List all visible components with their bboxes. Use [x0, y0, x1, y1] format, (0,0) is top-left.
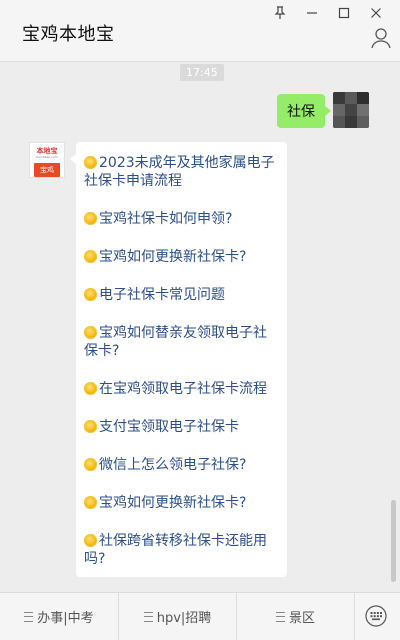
message-timestamp: 17:45	[180, 64, 224, 81]
link-text: 宝鸡社保卡如何申领?	[99, 211, 233, 227]
link-text: 支付宝领取电子社保卡	[99, 419, 239, 435]
sun-emoji-icon	[84, 458, 97, 471]
chat-area[interactable]: 17:45 社保 本地宝 bendibao.com 宝鸡 2023未成年及其他家…	[0, 62, 400, 592]
title-bar: 宝鸡本地宝	[0, 0, 400, 62]
window-title: 宝鸡本地宝	[22, 24, 115, 45]
sun-emoji-icon	[84, 212, 97, 225]
sun-emoji-icon	[84, 496, 97, 509]
link-item[interactable]: 电子社保卡常见问题	[84, 286, 279, 304]
menu-tab-label: 办事|中考	[37, 611, 94, 626]
sun-emoji-icon	[84, 534, 97, 547]
user-message-bubble[interactable]: 社保	[277, 94, 331, 128]
link-item[interactable]: 社保跨省转移社保卡还能用吗?	[84, 532, 279, 568]
bot-avatar-brand: 本地宝	[36, 146, 58, 155]
menu-icon	[143, 611, 153, 622]
link-text: 宝鸡如何更换新社保卡?	[99, 249, 247, 265]
link-text: 微信上怎么领电子社保?	[99, 457, 247, 473]
sun-emoji-icon	[84, 250, 97, 263]
link-text: 社保跨省转移社保卡还能用吗?	[84, 533, 267, 567]
menu-tab-hpv[interactable]: hpv|招聘	[119, 593, 236, 640]
bot-avatar-city: 宝鸡	[34, 163, 60, 177]
bot-avatar-url: bendibao.com	[36, 154, 58, 159]
link-item[interactable]: 宝鸡如何更换新社保卡?	[84, 494, 279, 512]
sun-emoji-icon	[84, 326, 97, 339]
profile-icon[interactable]	[370, 27, 392, 49]
close-icon[interactable]	[360, 4, 392, 22]
pin-icon[interactable]	[264, 4, 296, 22]
sun-emoji-icon	[84, 288, 97, 301]
link-item[interactable]: 支付宝领取电子社保卡	[84, 418, 279, 436]
user-avatar[interactable]	[333, 92, 369, 128]
menu-tab-jingqu[interactable]: 景区	[237, 593, 354, 640]
link-text: 在宝鸡领取电子社保卡流程	[99, 381, 267, 397]
link-item[interactable]: 宝鸡如何替亲友领取电子社保卡?	[84, 324, 279, 360]
keyboard-icon[interactable]	[365, 605, 387, 627]
menu-icon	[24, 611, 34, 622]
link-item[interactable]: 2023未成年及其他家属电子社保卡申请流程	[84, 154, 279, 190]
window-controls	[264, 4, 392, 22]
sun-emoji-icon	[84, 382, 97, 395]
link-item[interactable]: 宝鸡社保卡如何申领?	[84, 210, 279, 228]
link-text: 2023未成年及其他家属电子社保卡申请流程	[84, 155, 275, 189]
link-item[interactable]: 宝鸡如何更换新社保卡?	[84, 248, 279, 266]
maximize-icon[interactable]	[328, 4, 360, 22]
chat-scrollbar[interactable]	[391, 500, 396, 582]
link-text: 电子社保卡常见问题	[99, 287, 225, 303]
bottom-menu-bar: 办事|中考 hpv|招聘 景区	[0, 592, 400, 640]
link-text: 宝鸡如何替亲友领取电子社保卡?	[84, 325, 267, 359]
link-item[interactable]: 微信上怎么领电子社保?	[84, 456, 279, 474]
bot-message-bubble: 2023未成年及其他家属电子社保卡申请流程 宝鸡社保卡如何申领? 宝鸡如何更换新…	[70, 142, 287, 577]
menu-tab-label: 景区	[288, 611, 315, 626]
menu-icon	[275, 611, 285, 622]
bot-avatar[interactable]: 本地宝 bendibao.com 宝鸡	[29, 142, 65, 178]
link-item[interactable]: 在宝鸡领取电子社保卡流程	[84, 380, 279, 398]
menu-tab-label: hpv|招聘	[156, 611, 212, 626]
minimize-icon[interactable]	[296, 4, 328, 22]
sun-emoji-icon	[84, 156, 97, 169]
sun-emoji-icon	[84, 420, 97, 433]
divider	[354, 593, 355, 640]
link-text: 宝鸡如何更换新社保卡?	[99, 495, 247, 511]
menu-tab-banshi[interactable]: 办事|中考	[0, 593, 118, 640]
